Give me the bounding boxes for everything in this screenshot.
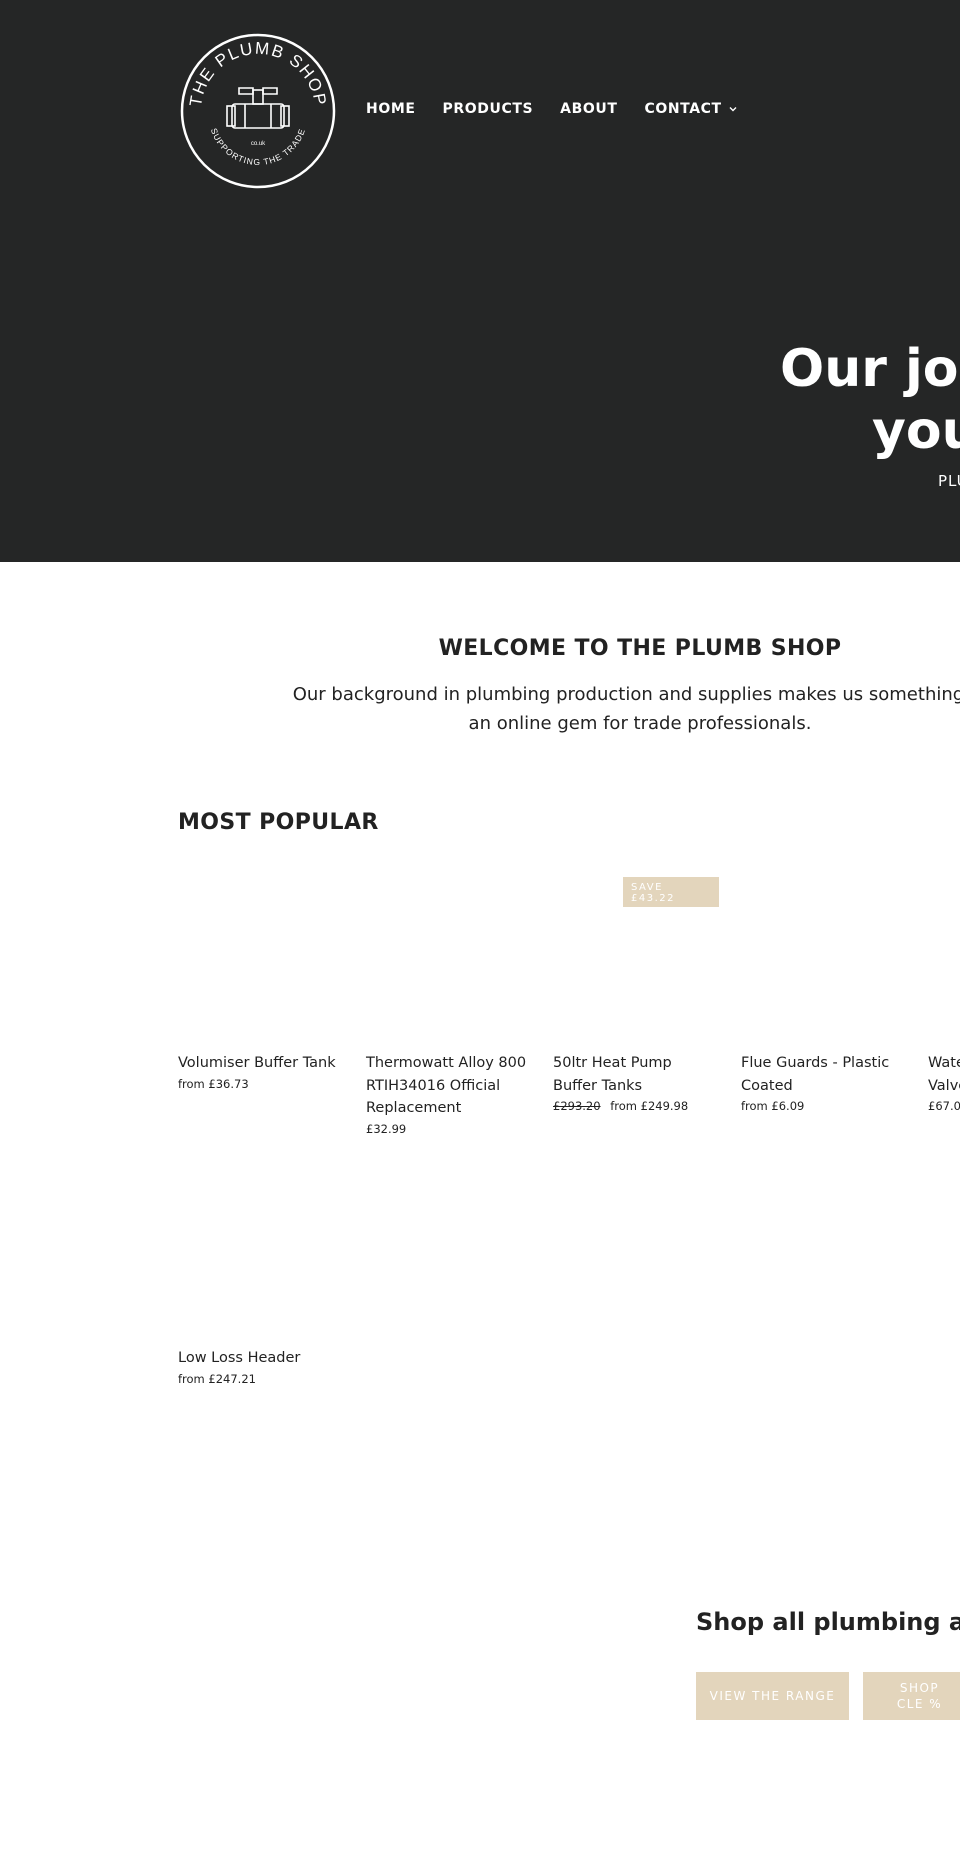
product-image[interactable] (366, 887, 531, 1052)
product-image[interactable] (928, 887, 960, 1052)
sale-badge: SAVE £43.22 (623, 877, 719, 907)
chevron-down-icon (729, 107, 737, 112)
product-name[interactable]: Flue Guards - Plastic Coated (741, 1052, 906, 1097)
product-image[interactable] (741, 887, 906, 1052)
product-name[interactable]: Low Loss Header (178, 1347, 343, 1370)
nav-about[interactable]: ABOUT (560, 101, 617, 117)
svg-text:THE PLUMB SHOP: THE PLUMB SHOP (186, 39, 330, 108)
shop-clearance-button[interactable]: SHOP CLE % (863, 1672, 960, 1720)
nav-products-label: PRODUCTS (442, 101, 534, 117)
product-name[interactable]: Thermowatt Alloy 800 RTIH34016 Official … (366, 1052, 531, 1120)
hero-subtitle: PLU (938, 472, 960, 490)
valve-icon (226, 87, 290, 129)
product-image[interactable] (178, 1182, 343, 1347)
product-price: £67.04 (928, 1099, 960, 1113)
main-nav: HOME PRODUCTS ABOUT CONTACT (366, 101, 765, 117)
shop-all-title: Shop all plumbing and (696, 1608, 960, 1636)
hero-title-line2: you (872, 401, 960, 461)
product-price: £293.20 from £249.98 (553, 1099, 718, 1113)
product-name[interactable]: Volumiser Buffer Tank (178, 1052, 343, 1075)
nav-contact-label: CONTACT (644, 101, 722, 117)
hero-title: Our job you (780, 338, 960, 462)
product-price: from £247.21 (178, 1371, 256, 1386)
product-image[interactable] (178, 887, 343, 1052)
most-popular-title: MOST POPULAR (178, 810, 379, 835)
nav-about-label: ABOUT (560, 101, 618, 117)
product-card[interactable]: Thermowatt Alloy 800 RTIH34016 Official … (366, 887, 531, 1136)
product-name[interactable]: Wate Valve (928, 1052, 960, 1097)
svg-text:co.uk: co.uk (251, 141, 266, 147)
product-card[interactable]: Flue Guards - Plastic Coated from £6.09 (741, 887, 906, 1113)
product-card[interactable]: Wate Valve £67.04 (928, 887, 960, 1113)
nav-home[interactable]: HOME (366, 101, 416, 117)
product-card[interactable]: Volumiser Buffer Tank from £36.73 (178, 887, 343, 1091)
nav-products[interactable]: PRODUCTS (443, 101, 534, 117)
nav-contact[interactable]: CONTACT (644, 101, 737, 117)
product-card[interactable]: Low Loss Header from £247.21 (178, 1182, 343, 1386)
product-price: from £6.09 (741, 1099, 805, 1113)
welcome-title: WELCOME TO THE PLUMB SHOP (438, 636, 842, 661)
view-range-button[interactable]: VIEW THE RANGE (696, 1672, 849, 1720)
product-sale-price: from £249.98 (610, 1099, 689, 1113)
product-name[interactable]: 50ltr Heat Pump Buffer Tanks (553, 1052, 718, 1097)
product-old-price: £293.20 (553, 1099, 601, 1113)
product-card[interactable]: 50ltr Heat Pump Buffer Tanks £293.20 fro… (553, 887, 718, 1113)
plumb-shop-logo[interactable]: THE PLUMB SHOP co.uk SUPPORTING THE TRAD… (179, 32, 337, 190)
product-price: from £36.73 (178, 1076, 249, 1091)
welcome-text: Our background in plumbing production an… (292, 684, 960, 734)
nav-home-label: HOME (366, 101, 416, 117)
product-image[interactable] (553, 887, 718, 1052)
hero-title-line1: Our job (780, 339, 960, 399)
product-price: £32.99 (366, 1121, 407, 1136)
site-header: THE PLUMB SHOP co.uk SUPPORTING THE TRAD… (0, 0, 960, 562)
